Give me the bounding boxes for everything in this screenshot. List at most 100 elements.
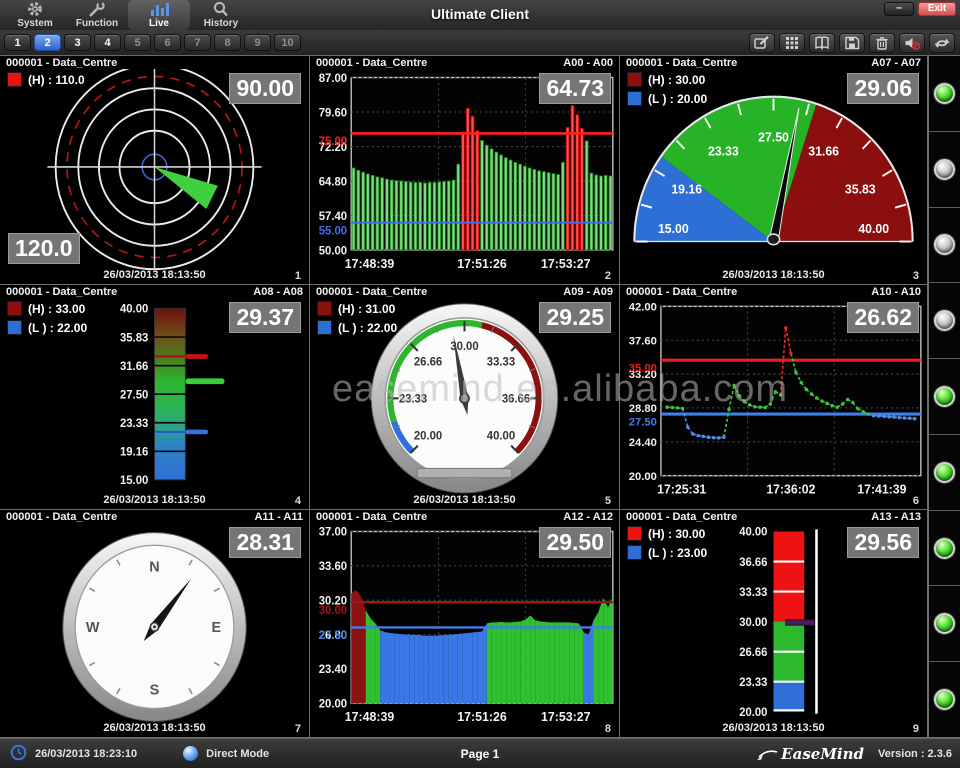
panel-header: 000001 - Data_CentreA00 - A00 bbox=[316, 57, 613, 69]
panel-number: 2 bbox=[605, 270, 611, 282]
status-led-4[interactable] bbox=[934, 310, 955, 331]
panel-title: 000001 - Data_Centre bbox=[316, 286, 427, 298]
minimize-button[interactable]: – bbox=[884, 2, 914, 16]
legend-item: (H) : 110.0 bbox=[7, 72, 85, 87]
panel-title: 000001 - Data_Centre bbox=[626, 511, 737, 523]
status-led-1[interactable] bbox=[934, 83, 955, 104]
led-cell-4 bbox=[929, 283, 960, 359]
svg-text:19.16: 19.16 bbox=[671, 182, 702, 196]
status-led-3[interactable] bbox=[934, 234, 955, 255]
save-icon[interactable] bbox=[839, 33, 865, 53]
panel-timestamp: 26/03/2013 18:13:50 bbox=[0, 494, 309, 506]
svg-text:37.00: 37.00 bbox=[319, 527, 347, 539]
brand-text: EaseMind bbox=[781, 745, 864, 763]
tab-6[interactable]: 6 bbox=[154, 34, 181, 51]
panel-timestamp: 26/03/2013 18:13:50 bbox=[620, 269, 927, 281]
svg-text:33.60: 33.60 bbox=[319, 561, 347, 573]
panel-a00: 000001 - Data_CentreA00 - A0087.0079.607… bbox=[310, 56, 620, 285]
svg-text:23.33: 23.33 bbox=[399, 393, 427, 405]
svg-text:20.00: 20.00 bbox=[739, 707, 767, 719]
svg-text:17:48:39: 17:48:39 bbox=[345, 710, 394, 724]
legend-item: (L ) : 20.00 bbox=[627, 91, 707, 106]
value-badge: 90.00 bbox=[229, 73, 301, 104]
app-title: Ultimate Client bbox=[0, 6, 960, 22]
status-led-2[interactable] bbox=[934, 159, 955, 180]
legend-label: (H) : 30.00 bbox=[648, 527, 705, 541]
status-led-6[interactable] bbox=[934, 462, 955, 483]
svg-text:20.00: 20.00 bbox=[319, 698, 347, 710]
svg-text:55.00: 55.00 bbox=[319, 225, 347, 237]
svg-text:42.00: 42.00 bbox=[629, 301, 657, 313]
panel-number: 1 bbox=[295, 270, 301, 282]
legend-swatch bbox=[627, 91, 642, 106]
panel-legend: (H) : 110.0 bbox=[7, 72, 85, 87]
version-label: Version : 2.3.6 bbox=[878, 748, 952, 760]
panel-code: A13 - A13 bbox=[871, 511, 921, 523]
svg-text:W: W bbox=[86, 620, 100, 636]
tab-2[interactable]: 2 bbox=[34, 34, 61, 51]
edit-icon[interactable] bbox=[749, 33, 775, 53]
value-badge: 28.31 bbox=[229, 527, 301, 558]
led-cell-7 bbox=[929, 511, 960, 587]
grid-icon[interactable] bbox=[779, 33, 805, 53]
legend-item: (H) : 30.00 bbox=[627, 526, 707, 541]
tab-8[interactable]: 8 bbox=[214, 34, 241, 51]
svg-text:23.40: 23.40 bbox=[319, 664, 347, 676]
panel-header: 000001 - Data_Centre bbox=[6, 57, 303, 69]
legend-label: (L ) : 20.00 bbox=[648, 92, 707, 106]
tab-3[interactable]: 3 bbox=[64, 34, 91, 51]
book-icon[interactable] bbox=[809, 33, 835, 53]
svg-text:26.66: 26.66 bbox=[739, 647, 767, 659]
panel-number: 8 bbox=[605, 723, 611, 735]
panel-a12: 000001 - Data_CentreA12 - A1237.0033.603… bbox=[310, 510, 620, 738]
sync-icon[interactable] bbox=[929, 33, 955, 53]
page-tabs: 12345678910 bbox=[4, 34, 304, 51]
tab-4[interactable]: 4 bbox=[94, 34, 121, 51]
trash-icon[interactable] bbox=[869, 33, 895, 53]
svg-text:40.00: 40.00 bbox=[739, 527, 767, 539]
value-badge: 29.06 bbox=[847, 73, 919, 104]
exit-button[interactable]: Exit bbox=[918, 2, 956, 16]
panel-code: A07 - A07 bbox=[871, 57, 921, 69]
panel-header: 000001 - Data_CentreA08 - A08 bbox=[6, 286, 303, 298]
legend-item: (L ) : 23.00 bbox=[627, 545, 707, 560]
legend-label: (L ) : 22.00 bbox=[28, 321, 87, 335]
svg-text:17:48:39: 17:48:39 bbox=[345, 257, 394, 271]
panel-a13: 000001 - Data_Centre A13 - A13 (H) : 30.00… bbox=[620, 510, 928, 738]
legend-item: (L ) : 22.00 bbox=[317, 320, 397, 335]
tab-1[interactable]: 1 bbox=[4, 34, 31, 51]
svg-text:N: N bbox=[149, 560, 159, 576]
value-badge: 29.37 bbox=[229, 302, 301, 333]
status-led-5[interactable] bbox=[934, 386, 955, 407]
status-led-7[interactable] bbox=[934, 538, 955, 559]
tab-9[interactable]: 9 bbox=[244, 34, 271, 51]
status-led-8[interactable] bbox=[934, 613, 955, 634]
value-badge: 26.62 bbox=[847, 302, 919, 333]
panel-code: A08 - A08 bbox=[253, 286, 303, 298]
tab-5[interactable]: 5 bbox=[124, 34, 151, 51]
panel-code: A00 - A00 bbox=[563, 57, 613, 69]
tab-7[interactable]: 7 bbox=[184, 34, 211, 51]
svg-text:36.66: 36.66 bbox=[739, 557, 767, 569]
mute-icon[interactable] bbox=[899, 33, 925, 53]
panel-title: 000001 - Data_Centre bbox=[6, 57, 117, 69]
panel-title: 000001 - Data_Centre bbox=[626, 286, 737, 298]
panel-header: 000001 - Data_CentreA09 - A09 bbox=[316, 286, 613, 298]
panel-legend: (H) : 31.00 (L ) : 22.00 bbox=[317, 301, 397, 335]
tab-10[interactable]: 10 bbox=[274, 34, 301, 51]
window-controls: – Exit bbox=[884, 2, 956, 16]
panel-timestamp: 26/03/2013 18:13:50 bbox=[310, 494, 619, 506]
svg-text:36.66: 36.66 bbox=[502, 393, 530, 405]
toolbar-buttons bbox=[749, 33, 955, 53]
panel-a11: 000001 - Data_CentreA11 - A11NESW28.3126… bbox=[0, 510, 310, 738]
panel-a07: 000001 - Data_CentreA07 - A07(H) : 30.00… bbox=[620, 56, 928, 285]
svg-text:33.33: 33.33 bbox=[487, 356, 515, 368]
panel-number: 6 bbox=[913, 495, 919, 507]
panel-number: 9 bbox=[913, 723, 919, 735]
legend-label: (H) : 31.00 bbox=[338, 302, 395, 316]
svg-text:17:25:31: 17:25:31 bbox=[657, 482, 706, 496]
status-led-9[interactable] bbox=[934, 689, 955, 710]
legend-swatch bbox=[317, 320, 332, 335]
svg-text:31.66: 31.66 bbox=[808, 144, 839, 158]
legend-label: (H) : 30.00 bbox=[648, 73, 705, 87]
